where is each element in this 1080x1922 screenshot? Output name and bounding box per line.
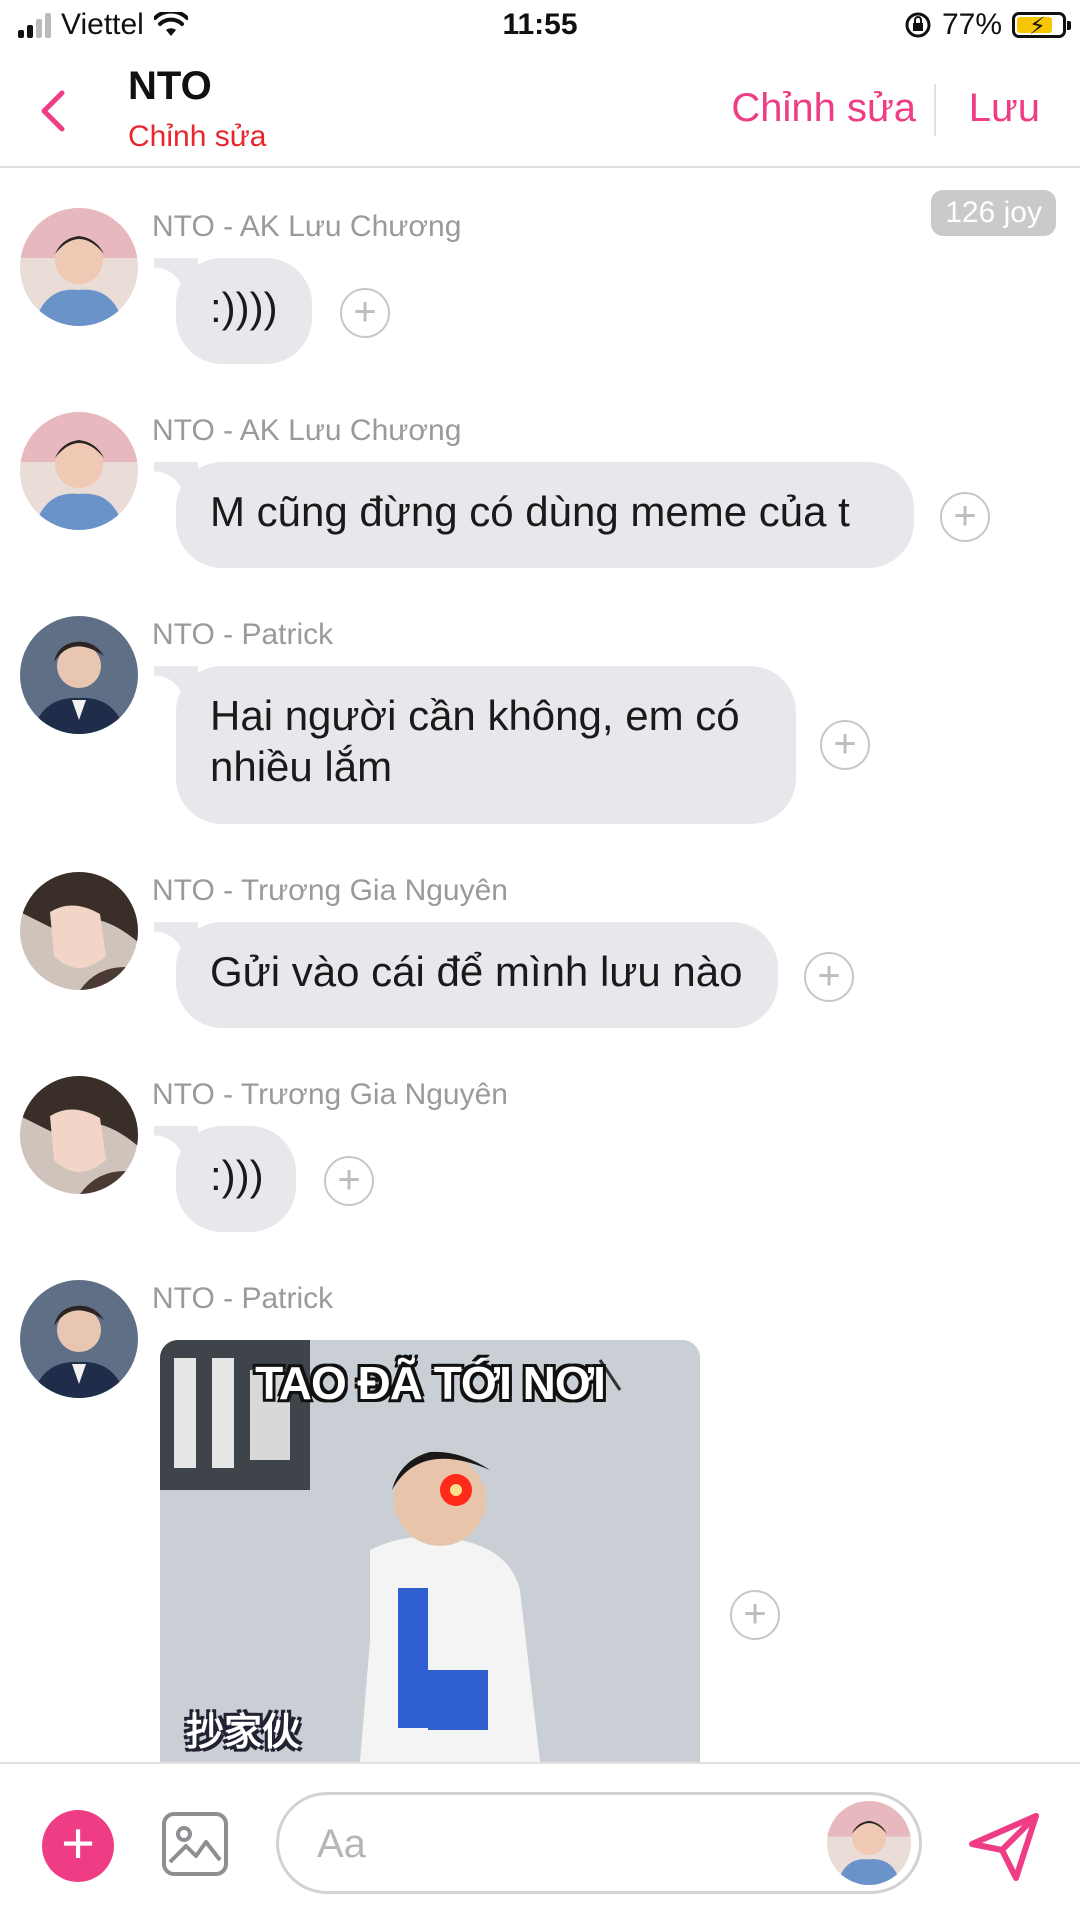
avatar[interactable] xyxy=(20,616,138,734)
message-bubble[interactable]: :)))) xyxy=(154,258,312,364)
orientation-lock-icon xyxy=(905,12,931,38)
chevron-left-icon[interactable] xyxy=(38,86,68,142)
sender-name: NTO - AK Lưu Chương xyxy=(152,414,462,447)
add-reaction-icon[interactable]: + xyxy=(730,1590,780,1640)
battery-charging-icon: ⚡ xyxy=(1012,12,1071,40)
message-input-container[interactable] xyxy=(276,1792,922,1894)
sender-name: NTO - Patrick xyxy=(152,618,334,651)
save-button[interactable]: Lưu xyxy=(969,86,1040,131)
add-reaction-icon[interactable]: + xyxy=(324,1156,374,1206)
sender-name: NTO - Patrick xyxy=(152,1282,334,1315)
send-icon[interactable] xyxy=(966,1808,1042,1884)
chat-header: NTO Chỉnh sửa Chỉnh sửa Lưu xyxy=(0,56,1080,168)
add-reaction-icon[interactable]: + xyxy=(804,952,854,1002)
composer-bar: + xyxy=(0,1762,1080,1922)
message-bubble[interactable]: :))) xyxy=(154,1126,296,1232)
battery-percent: 77% xyxy=(941,8,1002,41)
image-caption-bottom: 抄家伙 xyxy=(186,1712,301,1754)
message-bubble[interactable]: Hai người cần không, em có nhiều lắm xyxy=(154,666,796,824)
message-bubble[interactable]: M cũng đừng có dùng meme của t xyxy=(154,462,914,568)
avatar[interactable] xyxy=(20,208,138,326)
image-caption-top: TAO ĐÃ TỚI NƠI xyxy=(255,1357,606,1409)
avatar[interactable] xyxy=(827,1801,911,1885)
chat-subtitle: Chỉnh sửa xyxy=(128,120,267,153)
chat-title: NTO xyxy=(128,64,212,108)
header-divider xyxy=(934,84,936,136)
add-reaction-icon[interactable]: + xyxy=(940,492,990,542)
status-bar: Viettel 11:55 77% ⚡ xyxy=(0,0,1080,56)
image-icon[interactable] xyxy=(162,1812,228,1876)
message-input[interactable] xyxy=(315,1817,799,1871)
add-reaction-icon[interactable]: + xyxy=(820,720,870,770)
plus-icon[interactable]: + xyxy=(42,1810,114,1882)
sender-name: NTO - AK Lưu Chương xyxy=(152,210,462,243)
avatar[interactable] xyxy=(20,1076,138,1194)
sender-name: NTO - Trương Gia Nguyên xyxy=(152,1078,508,1111)
edit-button[interactable]: Chỉnh sửa xyxy=(731,86,916,131)
joy-badge: 126 joy xyxy=(931,190,1056,236)
add-reaction-icon[interactable]: + xyxy=(340,288,390,338)
sender-name: NTO - Trương Gia Nguyên xyxy=(152,874,508,907)
avatar[interactable] xyxy=(20,872,138,990)
avatar[interactable] xyxy=(20,1280,138,1398)
image-message[interactable]: TAO ĐÃ TỚI NƠI 抄家伙 xyxy=(160,1340,700,1762)
message-bubble[interactable]: Gửi vào cái để mình lưu nào xyxy=(154,922,778,1028)
avatar[interactable] xyxy=(20,412,138,530)
